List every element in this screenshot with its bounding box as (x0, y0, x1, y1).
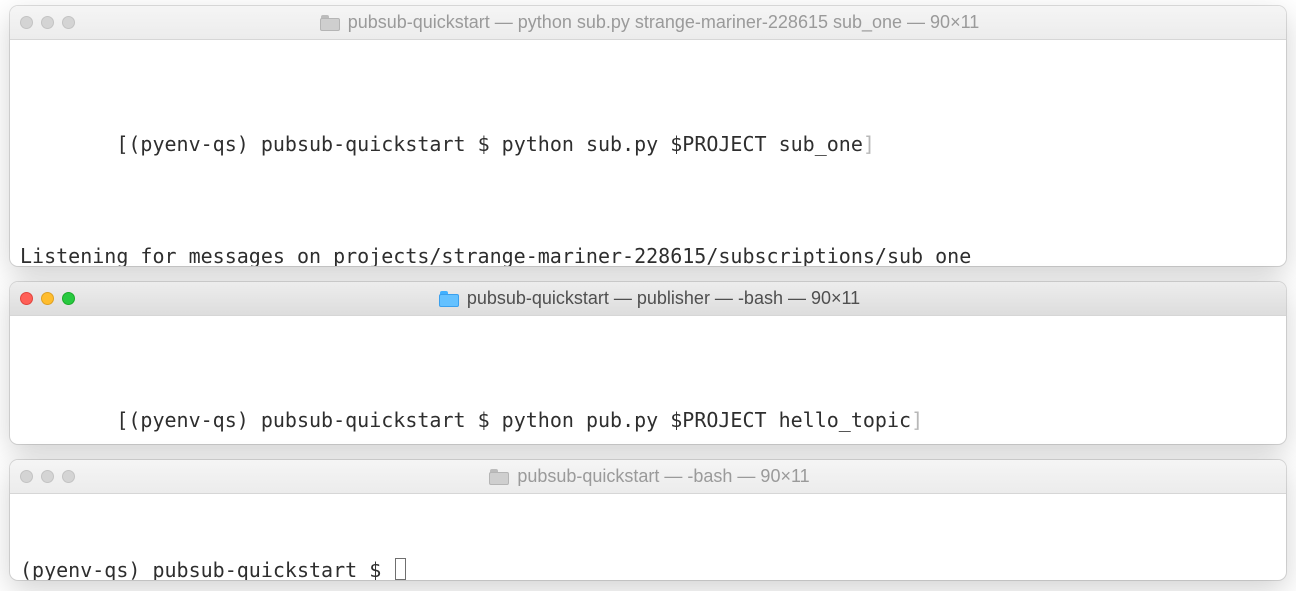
close-button[interactable] (20, 470, 33, 483)
folder-icon (320, 15, 340, 31)
shell-prompt: (pyenv-qs) pubsub-quickstart $ (128, 132, 501, 156)
shell-prompt: (pyenv-qs) pubsub-quickstart $ (128, 408, 501, 432)
traffic-lights (20, 292, 75, 305)
shell-prompt: (pyenv-qs) pubsub-quickstart $ (20, 558, 393, 580)
window-title: pubsub-quickstart — publisher — -bash — … (467, 288, 860, 309)
window-title: pubsub-quickstart — python sub.py strang… (348, 12, 980, 33)
minimize-button[interactable] (41, 16, 54, 29)
terminal-output-line: Listening for messages on projects/stran… (20, 242, 1276, 266)
terminal-window-subscriber[interactable]: pubsub-quickstart — python sub.py strang… (10, 6, 1286, 266)
terminal-content[interactable]: [(pyenv-qs) pubsub-quickstart $ python s… (10, 40, 1286, 266)
minimize-button[interactable] (41, 470, 54, 483)
terminal-content[interactable]: (pyenv-qs) pubsub-quickstart $ (10, 494, 1286, 580)
shell-command: python pub.py $PROJECT hello_topic (502, 408, 911, 432)
terminal-window-publisher[interactable]: pubsub-quickstart — publisher — -bash — … (10, 282, 1286, 444)
folder-icon (489, 469, 509, 485)
traffic-lights (20, 16, 75, 29)
folder-icon (439, 291, 459, 307)
terminal-window-idle[interactable]: pubsub-quickstart — -bash — 90×11 (pyenv… (10, 460, 1286, 580)
zoom-button[interactable] (62, 470, 75, 483)
cursor-icon (395, 558, 406, 580)
window-title: pubsub-quickstart — -bash — 90×11 (517, 466, 809, 487)
titlebar[interactable]: pubsub-quickstart — python sub.py strang… (10, 6, 1286, 40)
zoom-button[interactable] (62, 292, 75, 305)
close-button[interactable] (20, 292, 33, 305)
minimize-button[interactable] (41, 292, 54, 305)
traffic-lights (20, 470, 75, 483)
zoom-button[interactable] (62, 16, 75, 29)
terminal-content[interactable]: [(pyenv-qs) pubsub-quickstart $ python p… (10, 316, 1286, 444)
shell-command: python sub.py $PROJECT sub_one (502, 132, 863, 156)
titlebar[interactable]: pubsub-quickstart — -bash — 90×11 (10, 460, 1286, 494)
close-button[interactable] (20, 16, 33, 29)
titlebar[interactable]: pubsub-quickstart — publisher — -bash — … (10, 282, 1286, 316)
